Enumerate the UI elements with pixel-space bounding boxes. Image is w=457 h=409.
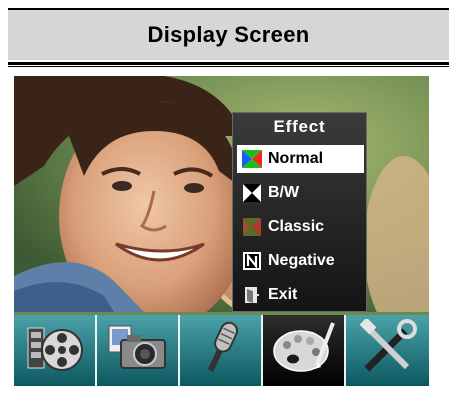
menu-item-negative[interactable]: Negative bbox=[237, 247, 364, 275]
microphone-icon bbox=[190, 317, 252, 384]
header-bar: Display Screen bbox=[8, 8, 449, 60]
classic-icon bbox=[241, 217, 263, 237]
tools-icon bbox=[357, 317, 419, 382]
tool-settings[interactable] bbox=[346, 315, 429, 386]
divider bbox=[8, 66, 449, 67]
tool-microphone[interactable] bbox=[180, 315, 263, 386]
camera-icon bbox=[107, 320, 169, 381]
effect-menu: Effect Normal B/W Classic Negative Exit bbox=[232, 112, 367, 312]
camera-display-screen: Effect Normal B/W Classic Negative Exit bbox=[14, 76, 429, 386]
menu-item-normal[interactable]: Normal bbox=[237, 145, 364, 173]
palette-icon bbox=[271, 319, 337, 382]
exit-door-icon bbox=[241, 285, 263, 305]
menu-item-label: Exit bbox=[268, 286, 298, 303]
menu-item-label: Normal bbox=[268, 150, 324, 167]
page-title: Display Screen bbox=[147, 22, 310, 47]
menu-item-classic[interactable]: Classic bbox=[237, 213, 364, 241]
bw-icon bbox=[241, 183, 263, 203]
menu-item-label: Negative bbox=[268, 252, 335, 269]
menu-item-label: Classic bbox=[268, 218, 325, 235]
negative-n-icon bbox=[241, 251, 263, 271]
rgb-quad-icon bbox=[241, 149, 263, 169]
tool-film-reel[interactable] bbox=[14, 315, 97, 386]
tool-camera[interactable] bbox=[97, 315, 180, 386]
menu-item-exit[interactable]: Exit bbox=[237, 281, 364, 309]
menu-item-bw[interactable]: B/W bbox=[237, 179, 364, 207]
effect-menu-title: Effect bbox=[273, 117, 326, 136]
mode-toolbar bbox=[14, 315, 429, 386]
menu-item-label: B/W bbox=[268, 184, 300, 201]
film-reel-icon bbox=[24, 320, 86, 381]
divider bbox=[8, 62, 449, 65]
tool-effect-palette[interactable] bbox=[263, 315, 346, 386]
